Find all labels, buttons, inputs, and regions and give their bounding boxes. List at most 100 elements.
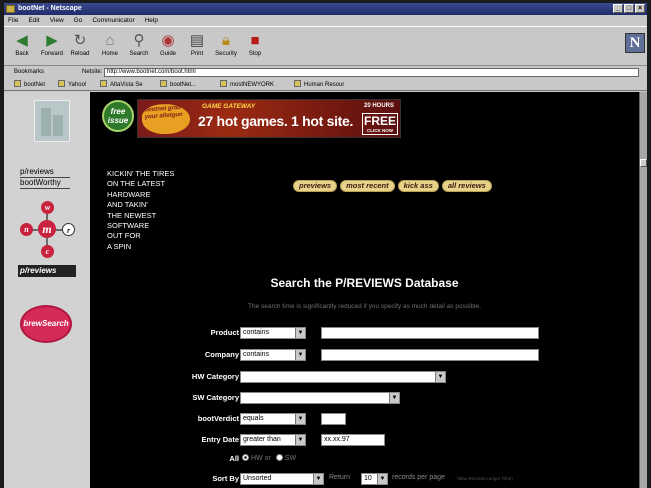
- menu-go[interactable]: Go: [74, 15, 83, 26]
- entry-date-input[interactable]: xx.xx.97: [321, 434, 385, 446]
- page-content: free issue bootnet grab your allotgun GA…: [90, 92, 639, 488]
- menu-edit[interactable]: Edit: [28, 15, 39, 26]
- all-label: All: [229, 454, 239, 463]
- sort-by-select[interactable]: Unsorted ▼: [240, 473, 324, 485]
- search-button[interactable]: ⚲ Search: [125, 31, 153, 57]
- chevron-down-icon: ▼: [435, 372, 445, 382]
- nav-circle-c[interactable]: c: [41, 245, 54, 258]
- return-count-select[interactable]: 10 ▼: [361, 473, 388, 485]
- chevron-down-icon: ▼: [295, 350, 305, 360]
- window-controls: _ □ ×: [613, 4, 645, 13]
- home-button[interactable]: ⌂ Home: [96, 31, 124, 57]
- bookmark-item[interactable]: Yahoo!: [58, 79, 87, 91]
- hw-radio[interactable]: [242, 454, 249, 461]
- stop-icon: ■: [250, 32, 260, 49]
- nav-circle-m[interactable]: m: [38, 220, 56, 238]
- bookmark-icon: [14, 80, 21, 87]
- url-field[interactable]: http://www.bootnet.com/boot.html: [104, 68, 639, 77]
- most-recent-button[interactable]: most recent: [340, 180, 395, 192]
- security-icon: 🔒︎: [222, 32, 230, 49]
- hw-category-row: HW Category ▼: [90, 370, 639, 384]
- product-op-select[interactable]: contains ▼: [240, 327, 306, 339]
- sidebar-link-previews[interactable]: p/reviews: [20, 167, 70, 178]
- menu-help[interactable]: Help: [145, 15, 158, 26]
- scroll-up-icon[interactable]: [640, 159, 647, 167]
- forward-button[interactable]: ▶ Forward: [38, 31, 66, 57]
- all-reviews-button[interactable]: all reviews: [441, 180, 492, 192]
- company-input[interactable]: [321, 349, 539, 361]
- hw-sw-radio-group: HW or SW: [242, 454, 296, 462]
- hw-category-label: HW Category: [191, 372, 239, 381]
- brewsearch-button[interactable]: brewSearch: [20, 305, 72, 343]
- company-row: Company contains ▼: [90, 348, 639, 362]
- maximize-icon[interactable]: □: [624, 4, 634, 13]
- return-label: Return: [329, 474, 351, 481]
- guide-button[interactable]: ◉ Guide: [154, 31, 182, 57]
- ad-banner[interactable]: bootnet grab your allotgun GAME GATEWAY …: [137, 99, 401, 138]
- sidebar-link-bootworthy[interactable]: bootWorthy: [20, 178, 70, 189]
- bootverdict-row: bootVerdict equals ▼: [90, 412, 639, 426]
- vertical-scrollbar[interactable]: [639, 92, 647, 488]
- security-button[interactable]: 🔒︎ Security: [212, 31, 240, 57]
- bookmark-item[interactable]: bootNet...: [160, 79, 196, 91]
- company-label: Company: [204, 350, 239, 359]
- sw-category-select[interactable]: ▼: [240, 392, 400, 404]
- left-sidebar: p/reviews bootWorthy w n m r c p/reviews…: [4, 92, 90, 488]
- navigation-toolbar: ◀ Back ▶ Forward ↻ Reload ⌂ Home ⚲ Search ◉ Gu…: [4, 26, 647, 66]
- previews-button[interactable]: previews: [293, 180, 338, 192]
- company-op-select[interactable]: contains ▼: [240, 349, 306, 361]
- free-issue-badge[interactable]: free issue: [102, 100, 134, 132]
- bootnet-logo[interactable]: [34, 100, 70, 142]
- title-bar: bootNet - Netscape _ □ ×: [4, 3, 647, 15]
- sw-radio[interactable]: [275, 454, 283, 461]
- entry-date-label: Entry Date: [201, 435, 239, 444]
- records-per-page-label: records per page: [392, 474, 445, 481]
- all-row: All HW or SW: [90, 452, 639, 466]
- bootverdict-op-select[interactable]: equals ▼: [240, 413, 306, 425]
- close-icon[interactable]: ×: [635, 4, 645, 13]
- search-icon: ⚲: [133, 32, 145, 49]
- netsite-label: Netsite:: [82, 69, 103, 75]
- menu-view[interactable]: View: [50, 15, 64, 26]
- product-input[interactable]: [321, 327, 539, 339]
- bookmark-item[interactable]: mostNEWYORK: [220, 79, 274, 91]
- entry-date-op-select[interactable]: greater than ▼: [240, 434, 306, 446]
- chevron-down-icon: ▼: [313, 474, 323, 484]
- bookmark-icon: [160, 80, 167, 87]
- bookmark-item[interactable]: AltaVista Se: [100, 79, 143, 91]
- entry-date-row: Entry Date greater than ▼ xx.xx.97: [90, 433, 639, 447]
- section-label: p/reviews: [18, 265, 76, 277]
- guide-icon: ◉: [161, 32, 175, 49]
- records-note: (Max Records Longer Time): [457, 476, 513, 481]
- chevron-down-icon: ▼: [377, 474, 387, 484]
- reload-button[interactable]: ↻ Reload: [66, 31, 94, 57]
- back-arrow-icon: ◀: [16, 32, 28, 49]
- bookmark-icon: [294, 80, 301, 87]
- kick-ass-button[interactable]: kick ass: [397, 180, 439, 192]
- menu-bar: File Edit View Go Communicator Help: [4, 15, 647, 26]
- menu-communicator[interactable]: Communicator: [92, 15, 134, 26]
- bookmark-item[interactable]: bootNet: [14, 79, 45, 91]
- minimize-icon[interactable]: _: [613, 4, 623, 13]
- nav-circle-n[interactable]: n: [20, 223, 33, 236]
- sidebar-links: p/reviews bootWorthy: [20, 167, 70, 189]
- chevron-down-icon: ▼: [295, 414, 305, 424]
- bookmarks-button[interactable]: Bookmarks: [14, 66, 44, 79]
- personal-toolbar: bootNet Yahoo! AltaVista Se bootNet... m…: [4, 79, 647, 91]
- sw-category-row: SW Category ▼: [90, 391, 639, 405]
- chevron-down-icon: ▼: [389, 393, 399, 403]
- nav-circle-w[interactable]: w: [41, 201, 54, 214]
- hw-category-select[interactable]: ▼: [240, 371, 446, 383]
- bootverdict-label: bootVerdict: [197, 414, 239, 423]
- bookmark-item[interactable]: Human Resour: [294, 79, 344, 91]
- stop-button[interactable]: ■ Stop: [241, 31, 269, 57]
- bookmark-icon: [100, 80, 107, 87]
- print-button[interactable]: ▤ Print: [183, 31, 211, 57]
- nav-circle-r[interactable]: r: [62, 223, 75, 236]
- back-button[interactable]: ◀ Back: [8, 31, 36, 57]
- menu-file[interactable]: File: [8, 15, 18, 26]
- bootverdict-input[interactable]: [321, 413, 346, 425]
- wmrc-navigator: w n m r c: [18, 195, 78, 263]
- forward-arrow-icon: ▶: [46, 32, 58, 49]
- banner-tagline: 27 hot games. 1 hot site.: [198, 113, 354, 129]
